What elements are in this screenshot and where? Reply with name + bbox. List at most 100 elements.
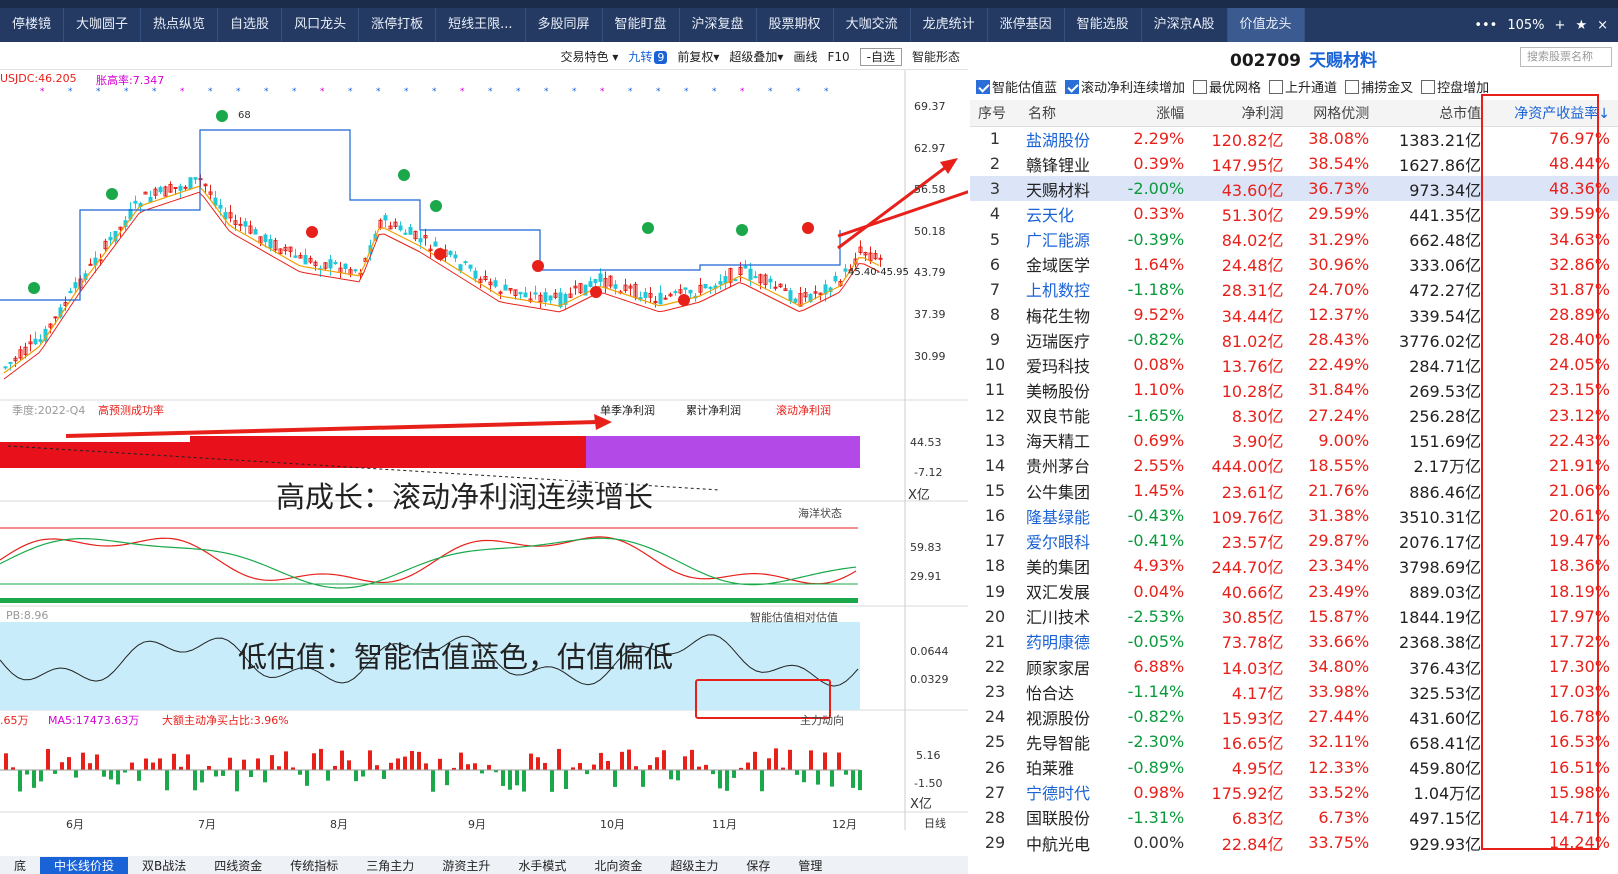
filter-1[interactable]: 滚动净利连续增加 [1065,77,1185,96]
col-header-5[interactable]: 总市值 [1377,100,1490,127]
row-index: 4 [989,204,1001,224]
smart-shape-button[interactable]: 智能形态 [912,48,960,65]
filter-checkbox-3[interactable] [1269,79,1284,94]
tab-5[interactable]: 涨停打板 [359,8,437,42]
volume-bar [473,763,477,770]
price-tick-2: 56.58 [914,183,946,196]
jiuzhuan-button[interactable]: 九转 9 [628,48,668,65]
stock-name[interactable]: 天赐材料 [1309,51,1377,71]
add-tab-icon[interactable]: + [1555,18,1566,33]
close-icon[interactable]: × [1597,18,1608,33]
tab-7[interactable]: 多股同屏 [526,8,603,42]
candle-body [708,286,713,289]
tab-8[interactable]: 智能盯盘 [603,8,680,42]
candle-body [773,286,778,289]
volume-bar [676,770,680,781]
filter-checkbox-5[interactable] [1421,79,1436,94]
bottom-tab-7[interactable]: 水手模式 [504,857,580,874]
more-tabs-icon[interactable]: ••• [1474,18,1497,33]
zoom-level[interactable]: 105% [1507,18,1544,33]
f10-button[interactable]: F10 [827,50,849,64]
tab-11[interactable]: 大咖交流 [834,8,911,42]
tab-1[interactable]: 大咖圆子 [64,8,142,42]
filter-checkbox-2[interactable] [1193,79,1208,94]
bottom-tab-9[interactable]: 超级主力 [656,857,732,874]
stock-name-cell: 顾家家居 [1026,658,1091,678]
col-header-3[interactable]: 净利润 [1192,100,1292,127]
stock-name-cell: 双汇发展 [1026,583,1091,603]
filter-checkbox-1[interactable] [1065,79,1080,94]
day-line-label[interactable]: 日线 [924,815,946,831]
col-header-4[interactable]: 网格优测 [1291,100,1378,127]
adjust-button[interactable]: 前复权▾ [677,48,719,65]
grid-cell: 24.70% [1308,279,1370,299]
tab-12[interactable]: 龙虎统计 [911,8,988,42]
candle-body [178,185,183,191]
tab-10[interactable]: 股票期权 [757,8,834,42]
net-profit-cell: 84.02亿 [1221,231,1284,251]
bottom-tab-6[interactable]: 游资主升 [428,857,504,874]
star-marker: * [768,87,773,97]
single-quarter-profit-tab[interactable]: 单季净利润 [600,402,655,418]
trade-feature-button[interactable]: 交易特色 ▾ [561,48,619,65]
bottom-tab-1[interactable]: 中长线价投 [40,856,129,874]
volume-bar [585,770,589,775]
volume-bar [515,770,519,786]
bottom-tab-0[interactable]: 底 [0,857,40,874]
col-header-2[interactable]: 涨幅 [1112,100,1193,127]
bottom-tab-4[interactable]: 传统指标 [276,857,352,874]
forecast-label: 高预测成功率 [98,404,164,417]
volume-bar [221,770,225,776]
candle-body [303,254,308,265]
grid-cell: 31.84% [1308,380,1370,400]
tab-9[interactable]: 沪深复盘 [680,8,757,42]
tab-14[interactable]: 智能选股 [1065,8,1142,42]
tab-13[interactable]: 涨停基因 [988,8,1065,42]
filter-label-2: 最优网格 [1209,80,1262,96]
tab-4[interactable]: 风口龙头 [282,8,360,42]
rolling-profit-tab[interactable]: 滚动净利润 [776,402,831,418]
volume-bar [816,770,820,785]
filter-checkbox-0[interactable] [976,79,990,94]
tab-0[interactable]: 停楼镜 [0,8,65,42]
stock-search-input[interactable]: 搜索股票名称 [1520,47,1612,67]
bottom-tab-10[interactable]: 保存 [732,857,784,874]
volume-bar [634,766,638,770]
col-header-0[interactable]: 序号 [970,100,1020,127]
col-header-1[interactable]: 名称 [1020,100,1112,127]
filter-5[interactable]: 控盘增加 [1421,77,1489,96]
self-select-button[interactable]: -自选 [859,47,902,66]
volume-bar [830,770,834,787]
volume-bar [858,770,862,791]
volume-bar [438,758,442,770]
net-profit-cell: 147.95亿 [1211,155,1284,175]
filter-3[interactable]: 上升通道 [1269,77,1337,96]
filter-2[interactable]: 最优网格 [1193,77,1261,96]
price-tick-0: 69.37 [914,100,946,113]
change-cell: -0.05% [1127,631,1185,651]
star-icon[interactable]: ★ [1575,18,1587,33]
bottom-tab-3[interactable]: 四线资金 [200,857,276,874]
candle-body [688,289,693,294]
grid-cell: 6.73% [1318,807,1370,827]
bottom-tab-2[interactable]: 双B战法 [128,857,200,874]
bottom-tab-8[interactable]: 北向资金 [580,857,656,874]
tab-15[interactable]: 沪深京A股 [1142,8,1228,42]
grid-cell: 27.44% [1308,707,1370,727]
tab-3[interactable]: 自选股 [218,8,283,42]
filter-4[interactable]: 捕捞金叉 [1345,77,1413,96]
overlay-button[interactable]: 超级叠加▾ [729,48,783,65]
filter-checkbox-4[interactable] [1345,79,1360,94]
cumulative-profit-tab[interactable]: 累计净利润 [686,402,741,418]
tab-16[interactable]: 价值龙头 [1227,8,1305,42]
candle-body [748,268,753,280]
ma-line-orange [3,185,880,374]
filter-0[interactable]: 智能估值蓝 [976,77,1057,96]
kline-chart-area[interactable]: * * * * * * * * * * * * * * * * * * * * * * * * * * * * * USJDC:46.2… [0,70,968,874]
tab-6[interactable]: 短线王限... [436,8,526,42]
stock-name-cell: 美畅股份 [1026,381,1091,401]
draw-line-button[interactable]: 画线 [793,48,817,65]
bottom-tab-5[interactable]: 三角主力 [352,857,428,874]
tab-2[interactable]: 热点纵览 [141,8,219,42]
bottom-tab-11[interactable]: 管理 [784,857,836,874]
